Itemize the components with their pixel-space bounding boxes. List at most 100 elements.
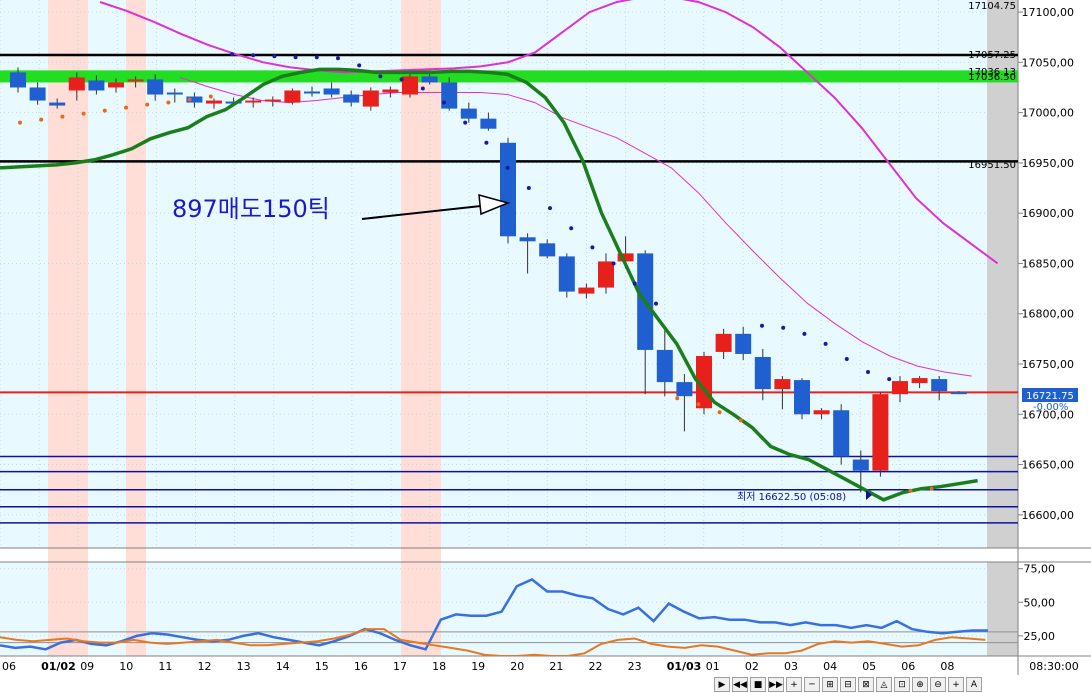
toolbar-button[interactable]: A bbox=[966, 676, 982, 692]
chart-toolbar: ▶ ◀◀ ■ ▶▶ + ─ ⊞ ⊟ ⊠ ◬ ⊡ ⊕ ⊖ + A bbox=[714, 675, 1091, 693]
sar-dot bbox=[18, 120, 22, 125]
toolbar-button[interactable]: ⊕ bbox=[912, 676, 928, 692]
sar-dot bbox=[357, 63, 362, 68]
candle-body bbox=[460, 108, 477, 119]
toolbar-button[interactable]: ⊡ bbox=[894, 676, 910, 692]
toolbar-button[interactable]: ─ bbox=[804, 676, 820, 692]
time-tick-label: 23 bbox=[628, 660, 642, 673]
candle-body bbox=[29, 87, 46, 101]
candle-body bbox=[578, 287, 595, 294]
time-tick-label: 12 bbox=[198, 660, 212, 673]
session-band bbox=[401, 0, 441, 656]
toolbar-button[interactable]: + bbox=[948, 676, 964, 692]
sar-dot bbox=[590, 245, 595, 250]
sar-dot bbox=[442, 100, 446, 105]
candle-body bbox=[108, 82, 124, 88]
sar-dot bbox=[505, 165, 510, 170]
osc-tick-label: 25,00 bbox=[1024, 630, 1056, 643]
candle-body bbox=[206, 100, 222, 104]
toolbar-button[interactable]: ▶ bbox=[714, 676, 730, 692]
candle-body bbox=[754, 356, 771, 390]
candle-body bbox=[323, 88, 340, 95]
toolbar-button[interactable]: ◀◀ bbox=[732, 676, 748, 692]
current-price-change: -0.00% bbox=[1033, 402, 1068, 413]
candle-body bbox=[676, 382, 693, 397]
price-tick-label: 16950,00 bbox=[1022, 157, 1075, 170]
time-tick-label: 16 bbox=[354, 660, 368, 673]
sar-dot bbox=[145, 102, 150, 107]
candle-body bbox=[735, 333, 752, 354]
sar-dot bbox=[844, 356, 849, 361]
candle-body bbox=[911, 378, 928, 384]
current-price-value: 16721.75 bbox=[1026, 391, 1074, 402]
level-label-17057: 17057.25 bbox=[968, 50, 1016, 61]
sar-dot bbox=[166, 100, 171, 105]
sar-dot bbox=[548, 206, 552, 211]
sar-dot bbox=[293, 55, 298, 60]
price-tick-label: 16850,00 bbox=[1022, 257, 1075, 270]
candle-body bbox=[441, 82, 458, 109]
toolbar-button[interactable]: ▶▶ bbox=[768, 676, 784, 692]
sar-dot bbox=[760, 323, 764, 328]
candle-body bbox=[284, 90, 301, 103]
sar-dot bbox=[378, 74, 383, 79]
candle-body bbox=[931, 379, 948, 392]
toolbar-button[interactable]: ⊟ bbox=[840, 676, 856, 692]
toolbar-button[interactable]: + bbox=[786, 676, 802, 692]
time-tick-label: 17 bbox=[393, 660, 407, 673]
time-axis: 06 01/02 09 10 11 12 13 14 15 16 17 18 19 20 21 22 23 01/… bbox=[2, 660, 954, 673]
time-tick-label: 21 bbox=[549, 660, 563, 673]
toolbar-button[interactable]: ◬ bbox=[876, 676, 892, 692]
sar-dot bbox=[675, 396, 680, 401]
sar-dot bbox=[314, 55, 319, 60]
toolbar-button[interactable]: ⊠ bbox=[858, 676, 874, 692]
sar-dot bbox=[124, 105, 128, 110]
candle-body bbox=[382, 89, 399, 93]
level-label-17036b: 17036.13 bbox=[968, 67, 1016, 78]
time-tick-label: 06 bbox=[2, 660, 16, 673]
sar-dot bbox=[866, 370, 870, 375]
candle-body bbox=[480, 118, 497, 129]
time-tick-label: 05 bbox=[862, 660, 876, 673]
candle-body bbox=[872, 394, 889, 471]
annotation-text: 897매도150틱 bbox=[172, 195, 330, 223]
time-tick-label: 18 bbox=[432, 660, 446, 673]
sar-dot bbox=[399, 77, 404, 82]
time-tick-label: 08 bbox=[940, 660, 954, 673]
sar-dot bbox=[484, 140, 489, 145]
sar-dot bbox=[272, 54, 277, 59]
time-tick-label: 01 bbox=[706, 660, 720, 673]
candle-body bbox=[362, 90, 379, 107]
time-readout: 08:30:00 bbox=[1029, 660, 1078, 673]
candle-body bbox=[950, 392, 967, 395]
candle-body bbox=[421, 76, 438, 83]
candle-body bbox=[10, 72, 26, 88]
price-axis: 17100,00 17050,00 17000,00 16950,00 16900,00… bbox=[1018, 6, 1074, 522]
toolbar-button[interactable]: ■ bbox=[750, 676, 766, 692]
candle-body bbox=[519, 237, 536, 242]
price-tick-label: 17000,00 bbox=[1022, 107, 1075, 120]
candle-body bbox=[127, 79, 144, 82]
level-label-16951: 16951.50 bbox=[968, 160, 1016, 171]
time-tick-label: 15 bbox=[315, 660, 329, 673]
osc-axis: 75,00 50,00 25,00 bbox=[1018, 563, 1055, 643]
sar-dot bbox=[230, 52, 234, 57]
price-tick-label: 17100,00 bbox=[1022, 6, 1075, 19]
candle-body bbox=[264, 99, 281, 102]
price-tick-label: 16800,00 bbox=[1022, 308, 1075, 321]
time-tick-label: 01/02 bbox=[41, 660, 76, 673]
sar-dot bbox=[887, 377, 892, 382]
candle-body bbox=[774, 379, 791, 390]
candle-body bbox=[68, 77, 85, 91]
candle-body bbox=[147, 79, 164, 95]
time-tick-label: 14 bbox=[276, 660, 290, 673]
sar-dot bbox=[696, 402, 701, 407]
time-tick-label: 04 bbox=[823, 660, 837, 673]
price-tick-label: 16600,00 bbox=[1022, 509, 1075, 522]
toolbar-button[interactable]: ⊖ bbox=[930, 676, 946, 692]
sar-dot bbox=[526, 186, 531, 191]
candle-body bbox=[166, 92, 183, 95]
candle-body bbox=[558, 256, 575, 292]
time-tick-label: 10 bbox=[119, 660, 133, 673]
toolbar-button[interactable]: ⊞ bbox=[822, 676, 838, 692]
